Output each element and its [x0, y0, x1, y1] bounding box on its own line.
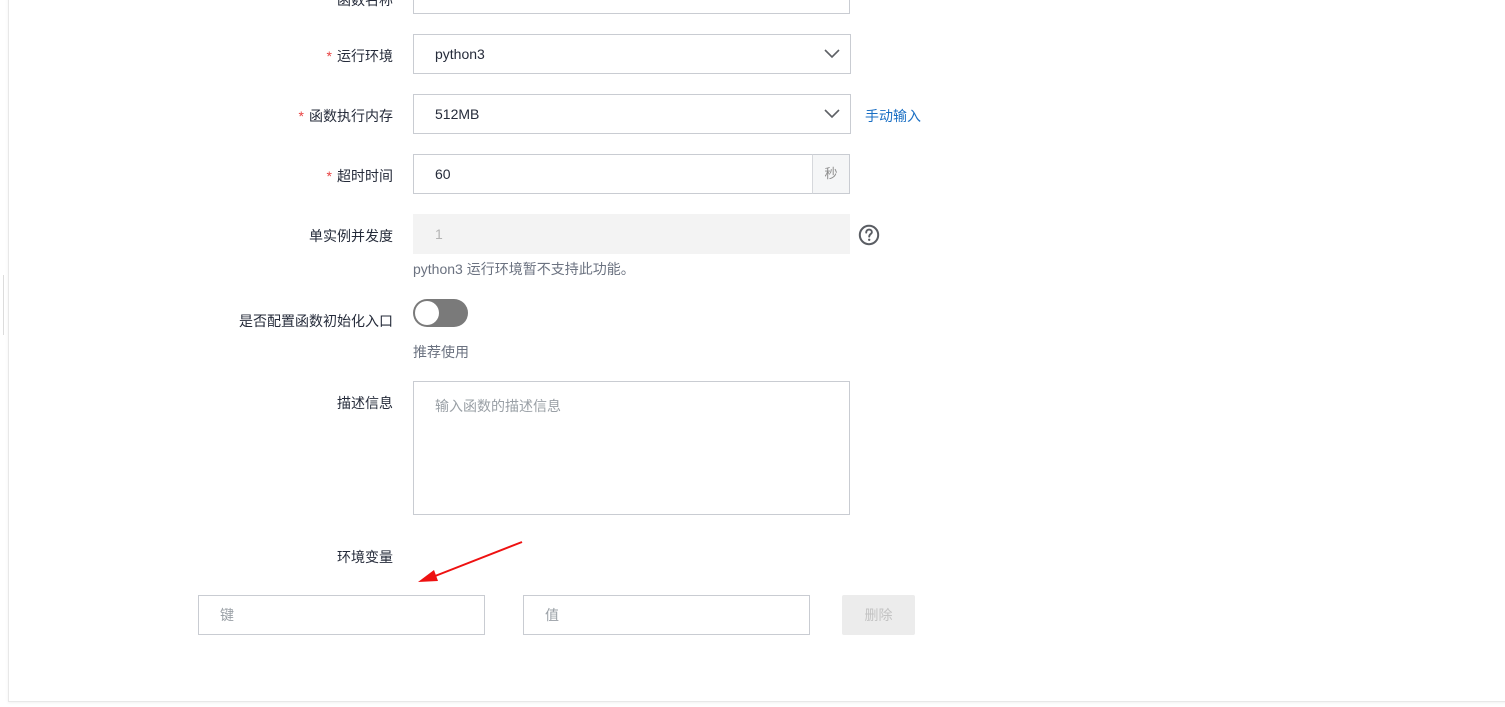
runtime-select[interactable]: python3 — [413, 34, 851, 74]
env-value-placeholder: 值 — [545, 607, 559, 623]
toggle-knob — [415, 301, 439, 325]
env-key-placeholder: 键 — [220, 607, 234, 623]
timeout-label: * 超时时间 — [326, 168, 393, 184]
function-name-input[interactable] — [413, 0, 850, 14]
timeout-unit: 秒 — [812, 154, 850, 194]
runtime-value: python3 — [435, 46, 485, 62]
question-circle-icon[interactable] — [858, 224, 880, 246]
concurrency-value: 1 — [435, 226, 443, 242]
required-mark: * — [298, 108, 304, 124]
timeout-input[interactable]: 60 — [413, 154, 813, 194]
memory-value: 512MB — [435, 106, 480, 122]
manual-input-link[interactable]: 手动输入 — [865, 106, 921, 126]
required-mark: * — [326, 48, 332, 64]
function-name-label: 函数名称 — [337, 0, 393, 8]
env-key-input[interactable]: 键 — [198, 595, 485, 635]
env-vars-label: 环境变量 — [337, 549, 393, 565]
delete-button[interactable]: 删除 — [842, 595, 915, 635]
required-mark: * — [326, 168, 332, 184]
memory-label: * 函数执行内存 — [298, 108, 393, 124]
concurrency-note: python3 运行环境暂不支持此功能。 — [413, 261, 635, 277]
chevron-down-icon — [824, 49, 840, 59]
init-entry-toggle[interactable] — [413, 299, 468, 327]
runtime-label: * 运行环境 — [326, 48, 393, 64]
memory-select[interactable]: 512MB — [413, 94, 851, 134]
concurrency-input: 1 — [413, 214, 850, 254]
concurrency-label: 单实例并发度 — [309, 228, 393, 244]
timeout-value: 60 — [435, 166, 451, 182]
left-edge-handle — [0, 275, 4, 335]
env-value-input[interactable]: 值 — [523, 595, 810, 635]
description-label: 描述信息 — [337, 395, 393, 411]
chevron-down-icon — [824, 109, 840, 119]
init-entry-hint: 推荐使用 — [413, 344, 469, 360]
red-arrow-annotation — [418, 541, 523, 582]
description-textarea[interactable]: 输入函数的描述信息 — [413, 381, 850, 515]
init-entry-label: 是否配置函数初始化入口 — [239, 313, 393, 329]
description-placeholder: 输入函数的描述信息 — [435, 398, 561, 414]
